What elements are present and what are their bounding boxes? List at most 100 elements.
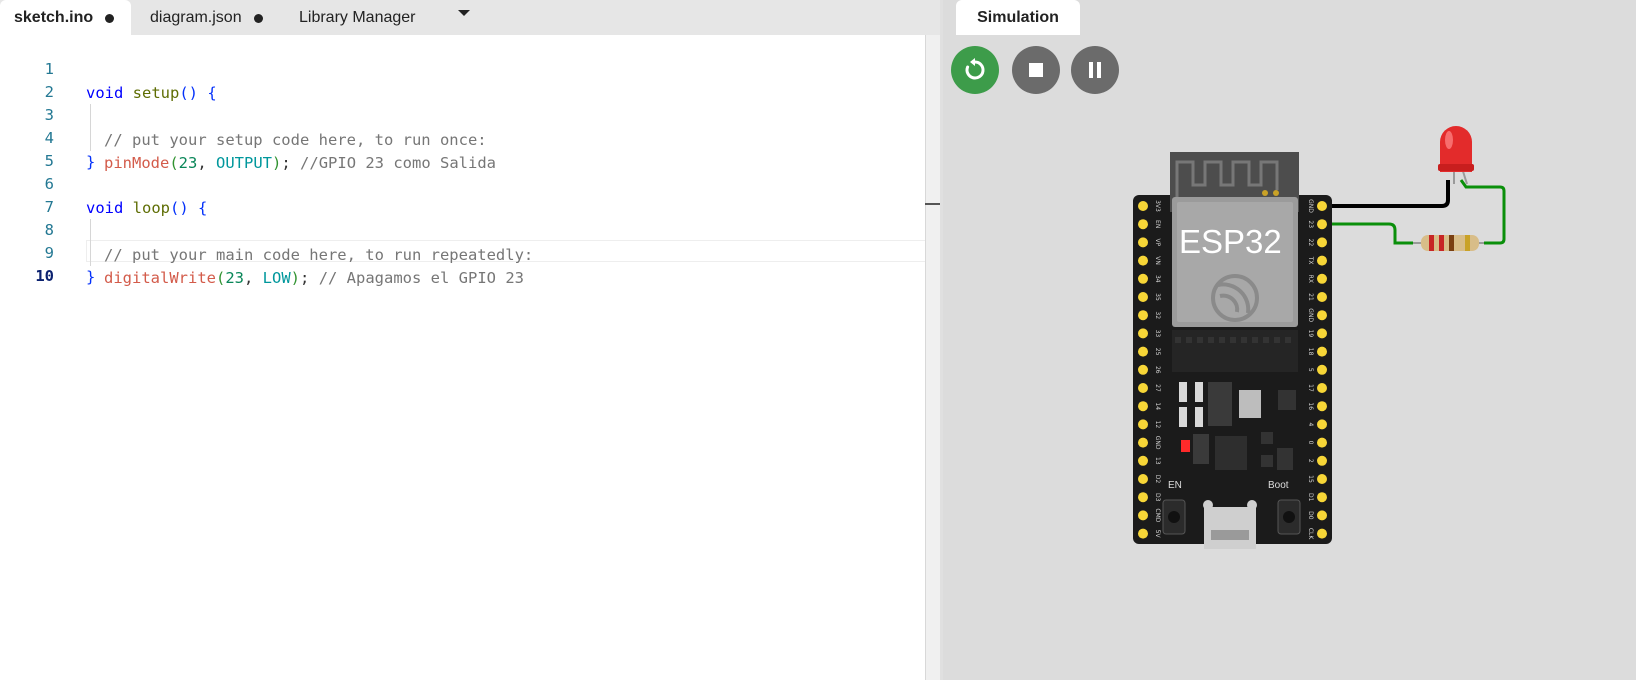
pin-right-rx[interactable] bbox=[1317, 273, 1327, 284]
pin-label: 19 bbox=[1307, 330, 1314, 338]
pin-left-gnd[interactable] bbox=[1138, 437, 1148, 448]
wire-resistor-to-led[interactable] bbox=[1459, 179, 1506, 245]
pin-label: 35 bbox=[1154, 293, 1161, 301]
pin-label: 34 bbox=[1154, 275, 1161, 283]
pin-label: 22 bbox=[1307, 239, 1314, 247]
pin-right-0[interactable] bbox=[1317, 437, 1327, 448]
code-token: digitalWrite bbox=[104, 269, 216, 287]
pin-left-vn[interactable] bbox=[1138, 255, 1148, 266]
pin-left-3v3[interactable] bbox=[1138, 201, 1148, 211]
pin-label: CLK bbox=[1307, 528, 1314, 541]
pin-left-d3[interactable] bbox=[1138, 492, 1148, 503]
pin-right-d0[interactable] bbox=[1317, 510, 1327, 521]
code-token: ) bbox=[290, 269, 301, 287]
en-button[interactable] bbox=[1162, 499, 1186, 535]
pin-left-5v[interactable] bbox=[1138, 528, 1148, 539]
pin-label: 16 bbox=[1307, 402, 1314, 410]
pin-left-12[interactable] bbox=[1138, 419, 1148, 430]
code-line: 1 void setup() { bbox=[0, 33, 940, 102]
usb-connector bbox=[1203, 500, 1257, 549]
pin-label: D0 bbox=[1307, 511, 1314, 520]
code-line: 7 // put your main code here, to run rep… bbox=[0, 171, 940, 264]
code-comment: // Apagamos el GPIO 23 bbox=[318, 269, 524, 287]
pin-left-25[interactable] bbox=[1138, 346, 1148, 357]
pin-right-5[interactable] bbox=[1317, 364, 1327, 375]
pin-label: D1 bbox=[1307, 493, 1314, 502]
pin-left-32[interactable] bbox=[1138, 310, 1148, 321]
pin-left-14[interactable] bbox=[1138, 401, 1148, 412]
tab-diagram-json[interactable]: diagram.json bbox=[150, 0, 275, 35]
pin-right-22[interactable] bbox=[1317, 237, 1327, 248]
pin-right-19[interactable] bbox=[1317, 328, 1327, 339]
code-token: , bbox=[244, 269, 263, 287]
wire-gpio23-to-resistor[interactable] bbox=[1322, 222, 1413, 245]
pin-label: D3 bbox=[1154, 493, 1161, 502]
pin-left-13[interactable] bbox=[1138, 455, 1148, 466]
esp32-board[interactable]: EN Boot ESP32 3V3ENVPVN34353233252627141… bbox=[1133, 152, 1332, 549]
pin-left-vp[interactable] bbox=[1138, 237, 1148, 248]
red-led[interactable] bbox=[1438, 126, 1474, 185]
code-token: LOW bbox=[262, 269, 291, 287]
pin-label: 5 bbox=[1307, 368, 1314, 372]
pin-label: 27 bbox=[1154, 384, 1161, 392]
code-token: ; bbox=[300, 269, 319, 287]
resistor[interactable] bbox=[1413, 235, 1484, 251]
pin-left-d2[interactable] bbox=[1138, 474, 1148, 484]
tab-sketch-ino[interactable]: sketch.ino bbox=[0, 0, 131, 35]
pin-label: CMD bbox=[1154, 508, 1161, 522]
pin-label: 17 bbox=[1307, 384, 1314, 392]
editor-tab-bar: sketch.ino diagram.json Library Manager bbox=[0, 0, 940, 35]
pin-right-17[interactable] bbox=[1317, 383, 1327, 393]
pin-right-clk[interactable] bbox=[1317, 528, 1327, 539]
unsaved-dot-icon bbox=[105, 13, 115, 23]
code-line: 9 } bbox=[0, 217, 940, 286]
code-editor-pane: sketch.ino diagram.json Library Manager … bbox=[0, 0, 942, 680]
pin-label: VN bbox=[1154, 256, 1161, 265]
pin-right-4[interactable] bbox=[1317, 419, 1327, 430]
tab-library-manager[interactable]: Library Manager bbox=[299, 0, 444, 35]
code-token: ( bbox=[215, 269, 226, 287]
line-number: 10 bbox=[35, 267, 54, 285]
pin-label: 32 bbox=[1154, 311, 1161, 319]
pin-right-23[interactable] bbox=[1317, 219, 1327, 230]
pin-left-34[interactable] bbox=[1138, 273, 1148, 284]
editor-scrollbar[interactable] bbox=[925, 35, 940, 680]
pin-left-35[interactable] bbox=[1138, 292, 1148, 302]
pin-left-en[interactable] bbox=[1138, 219, 1148, 230]
pin-right-15[interactable] bbox=[1317, 474, 1327, 484]
pin-label: 23 bbox=[1307, 220, 1314, 228]
code-line: 2 // put your setup code here, to run on… bbox=[0, 56, 940, 149]
tab-label: sketch.ino bbox=[14, 8, 94, 26]
code-line: 10 bbox=[0, 240, 940, 285]
pin-left-27[interactable] bbox=[1138, 383, 1148, 393]
pin-right-21[interactable] bbox=[1317, 292, 1327, 302]
pin-label: 21 bbox=[1307, 293, 1314, 301]
pin-right-18[interactable] bbox=[1317, 346, 1327, 357]
pin-right-2[interactable] bbox=[1317, 455, 1327, 466]
pin-right-16[interactable] bbox=[1317, 401, 1327, 412]
boot-button[interactable] bbox=[1277, 499, 1301, 535]
pin-label: 25 bbox=[1154, 348, 1161, 356]
circuit-canvas[interactable]: EN Boot ESP32 3V3ENVPVN34353233252627141… bbox=[943, 0, 1636, 680]
pin-left-26[interactable] bbox=[1138, 364, 1148, 375]
code-line: 8 digitalWrite(23, LOW); // Apagamos el … bbox=[0, 194, 940, 287]
tabs-dropdown-icon[interactable] bbox=[458, 10, 470, 16]
pin-label: 2 bbox=[1307, 459, 1314, 463]
pin-label: EN bbox=[1154, 220, 1161, 228]
pin-left-33[interactable] bbox=[1138, 328, 1148, 339]
pin-label: 0 bbox=[1307, 441, 1314, 445]
code-token: } bbox=[86, 268, 96, 286]
pin-label: GND bbox=[1307, 308, 1314, 322]
pin-label: 4 bbox=[1307, 422, 1314, 426]
pin-label: 3V3 bbox=[1154, 200, 1161, 212]
pin-right-d1[interactable] bbox=[1317, 492, 1327, 503]
pin-right-gnd[interactable] bbox=[1317, 310, 1327, 321]
code-line: 5 bbox=[0, 125, 940, 170]
unsaved-dot-icon bbox=[253, 13, 263, 23]
code-editor[interactable]: 1 void setup() { 2 // put your setup cod… bbox=[0, 35, 938, 680]
pin-left-cmd[interactable] bbox=[1138, 510, 1148, 521]
pin-right-tx[interactable] bbox=[1317, 255, 1327, 266]
wire-gnd-to-led[interactable] bbox=[1322, 180, 1450, 208]
pin-right-gnd[interactable] bbox=[1317, 201, 1327, 211]
pin-label: GND bbox=[1154, 436, 1161, 450]
